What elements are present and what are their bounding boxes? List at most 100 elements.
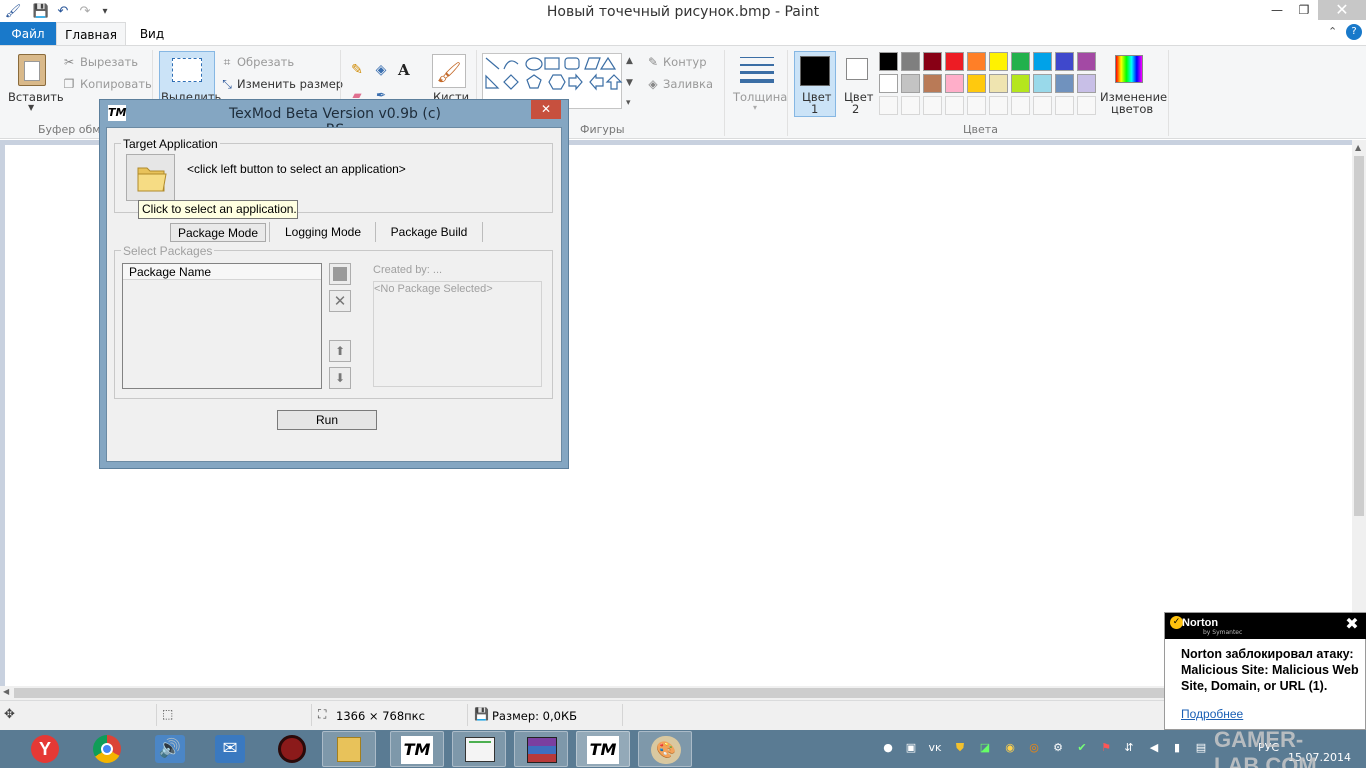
palette-color-swatch[interactable] bbox=[989, 74, 1008, 93]
paste-icon[interactable] bbox=[18, 54, 46, 86]
maximize-button[interactable]: ❐ bbox=[1291, 0, 1317, 20]
palette-color-swatch[interactable] bbox=[879, 52, 898, 71]
copy-button[interactable]: Копировать bbox=[80, 77, 152, 91]
palette-color-swatch[interactable] bbox=[1011, 74, 1030, 93]
taskbar-winrar[interactable] bbox=[514, 731, 568, 767]
palette-color-swatch[interactable] bbox=[1077, 74, 1096, 93]
palette-color-swatch[interactable] bbox=[1077, 52, 1096, 71]
shield-icon[interactable]: ⛊ bbox=[953, 741, 967, 755]
taskbar-explorer[interactable] bbox=[322, 731, 376, 767]
arrow-icon[interactable]: ⇵ bbox=[1122, 741, 1136, 755]
scroll-left-icon[interactable]: ◀ bbox=[3, 687, 9, 696]
paste-dropdown-icon[interactable]: ▼ bbox=[28, 103, 34, 112]
vk-icon[interactable]: ᴠᴋ bbox=[928, 741, 942, 755]
palette-color-swatch[interactable] bbox=[989, 52, 1008, 71]
outline-button[interactable]: Контур bbox=[663, 55, 707, 69]
tab-home[interactable]: Главная bbox=[56, 22, 126, 46]
help-icon[interactable]: ? bbox=[1346, 24, 1362, 40]
settings-tray-icon[interactable]: ⚙ bbox=[1051, 741, 1065, 755]
palette-color-swatch[interactable] bbox=[967, 52, 986, 71]
palette-color-swatch[interactable] bbox=[923, 74, 942, 93]
save-icon[interactable]: 💾 bbox=[32, 3, 50, 21]
shapes-expand-icon[interactable]: ▾ bbox=[626, 98, 631, 108]
taskbar-yandex[interactable]: Y bbox=[19, 731, 73, 767]
palette-color-swatch[interactable] bbox=[967, 74, 986, 93]
flag-icon[interactable]: ⚑ bbox=[1099, 741, 1113, 755]
collapse-ribbon-icon[interactable]: ⌃ bbox=[1328, 25, 1337, 38]
package-list[interactable] bbox=[122, 263, 322, 389]
fill-button[interactable]: Заливка bbox=[663, 77, 713, 91]
tray-icon-3[interactable]: ▤ bbox=[1194, 741, 1208, 755]
custom-color-slot[interactable] bbox=[1055, 96, 1074, 115]
custom-color-slot[interactable] bbox=[945, 96, 964, 115]
taskbar-window[interactable] bbox=[452, 731, 506, 767]
tray-icon-2[interactable]: ▣ bbox=[904, 741, 918, 755]
palette-color-swatch[interactable] bbox=[1033, 74, 1052, 93]
pencil-icon[interactable]: ✎ bbox=[350, 63, 364, 77]
customize-qat-icon[interactable]: ▾ bbox=[96, 3, 114, 21]
move-up-button[interactable]: ⬆ bbox=[329, 340, 351, 362]
custom-color-slot[interactable] bbox=[1033, 96, 1052, 115]
volume-tray-icon[interactable]: ◀ bbox=[1147, 741, 1161, 755]
select-application-button[interactable] bbox=[126, 154, 175, 201]
custom-color-slot[interactable] bbox=[967, 96, 986, 115]
custom-color-slot[interactable] bbox=[1011, 96, 1030, 115]
move-down-button[interactable]: ⬇ bbox=[329, 367, 351, 389]
shapes-scroll-down-icon[interactable]: ▼ bbox=[626, 78, 633, 88]
palette-color-swatch[interactable] bbox=[901, 74, 920, 93]
brush-icon[interactable]: 🖌 bbox=[432, 54, 466, 88]
palette-color-swatch[interactable] bbox=[879, 74, 898, 93]
tab-file[interactable]: Файл bbox=[0, 22, 56, 46]
taskbar-volume[interactable]: 🔊 bbox=[143, 731, 197, 767]
remove-package-button[interactable]: ✕ bbox=[329, 290, 351, 312]
taskbar-chrome[interactable] bbox=[81, 731, 135, 767]
custom-color-slot[interactable] bbox=[1077, 96, 1096, 115]
tab-package-build[interactable]: Package Build bbox=[376, 223, 482, 242]
norton-tray-icon[interactable]: ◉ bbox=[1003, 741, 1017, 755]
custom-color-slot[interactable] bbox=[923, 96, 942, 115]
crop-button[interactable]: Обрезать bbox=[237, 55, 294, 69]
custom-color-slot[interactable] bbox=[879, 96, 898, 115]
redo-icon[interactable]: ↷ bbox=[76, 3, 94, 21]
taskbar-texmod-active[interactable]: TM bbox=[576, 731, 630, 767]
close-button[interactable]: ✕ bbox=[1318, 0, 1366, 20]
horizontal-scroll-thumb[interactable] bbox=[14, 688, 1348, 698]
edit-colors-icon[interactable] bbox=[1115, 55, 1143, 83]
norton-details-link[interactable]: Подробнее bbox=[1181, 707, 1243, 721]
text-tool-icon[interactable]: A bbox=[398, 61, 410, 79]
palette-color-swatch[interactable] bbox=[1055, 52, 1074, 71]
nvidia-icon[interactable]: ◪ bbox=[978, 741, 992, 755]
size-icon[interactable] bbox=[740, 55, 774, 85]
add-package-button[interactable] bbox=[329, 263, 351, 285]
tray-icon-1[interactable]: ● bbox=[881, 741, 895, 755]
tab-view[interactable]: Вид bbox=[130, 22, 174, 46]
run-button[interactable]: Run bbox=[277, 410, 377, 430]
cut-button[interactable]: Вырезать bbox=[80, 55, 138, 69]
vertical-scroll-thumb[interactable] bbox=[1354, 156, 1364, 516]
taskbar-mail[interactable]: ✉ bbox=[203, 731, 257, 767]
size-dropdown-icon[interactable]: ▾ bbox=[753, 103, 757, 112]
shapes-scroll-up-icon[interactable]: ▲ bbox=[626, 56, 633, 66]
scroll-up-icon[interactable]: ▲ bbox=[1355, 143, 1361, 152]
palette-color-swatch[interactable] bbox=[1055, 74, 1074, 93]
texmod-close-button[interactable]: ✕ bbox=[531, 100, 561, 119]
custom-color-slot[interactable] bbox=[989, 96, 1008, 115]
size-button[interactable]: Толщина bbox=[733, 90, 787, 104]
taskbar-texmod[interactable]: TM bbox=[390, 731, 444, 767]
paint-app-icon[interactable]: 🖌 bbox=[4, 3, 22, 21]
color2-swatch[interactable] bbox=[846, 58, 868, 80]
palette-color-swatch[interactable] bbox=[945, 52, 964, 71]
paste-button[interactable]: Вставить bbox=[8, 90, 64, 104]
tab-logging-mode[interactable]: Logging Mode bbox=[270, 223, 376, 242]
palette-color-swatch[interactable] bbox=[923, 52, 942, 71]
tab-package-mode[interactable]: Package Mode bbox=[170, 223, 266, 242]
custom-color-slot[interactable] bbox=[901, 96, 920, 115]
norton-close-icon[interactable]: ✖ bbox=[1343, 615, 1361, 633]
search-tray-icon[interactable]: ◎ bbox=[1027, 741, 1041, 755]
package-name-header[interactable]: Package Name bbox=[123, 264, 321, 280]
taskbar-app[interactable] bbox=[266, 731, 320, 767]
resize-button[interactable]: Изменить размер bbox=[237, 77, 343, 91]
network-icon[interactable]: ▮ bbox=[1170, 741, 1184, 755]
fill-bucket-icon[interactable]: ◈ bbox=[374, 63, 388, 77]
undo-icon[interactable]: ↶ bbox=[54, 3, 72, 21]
